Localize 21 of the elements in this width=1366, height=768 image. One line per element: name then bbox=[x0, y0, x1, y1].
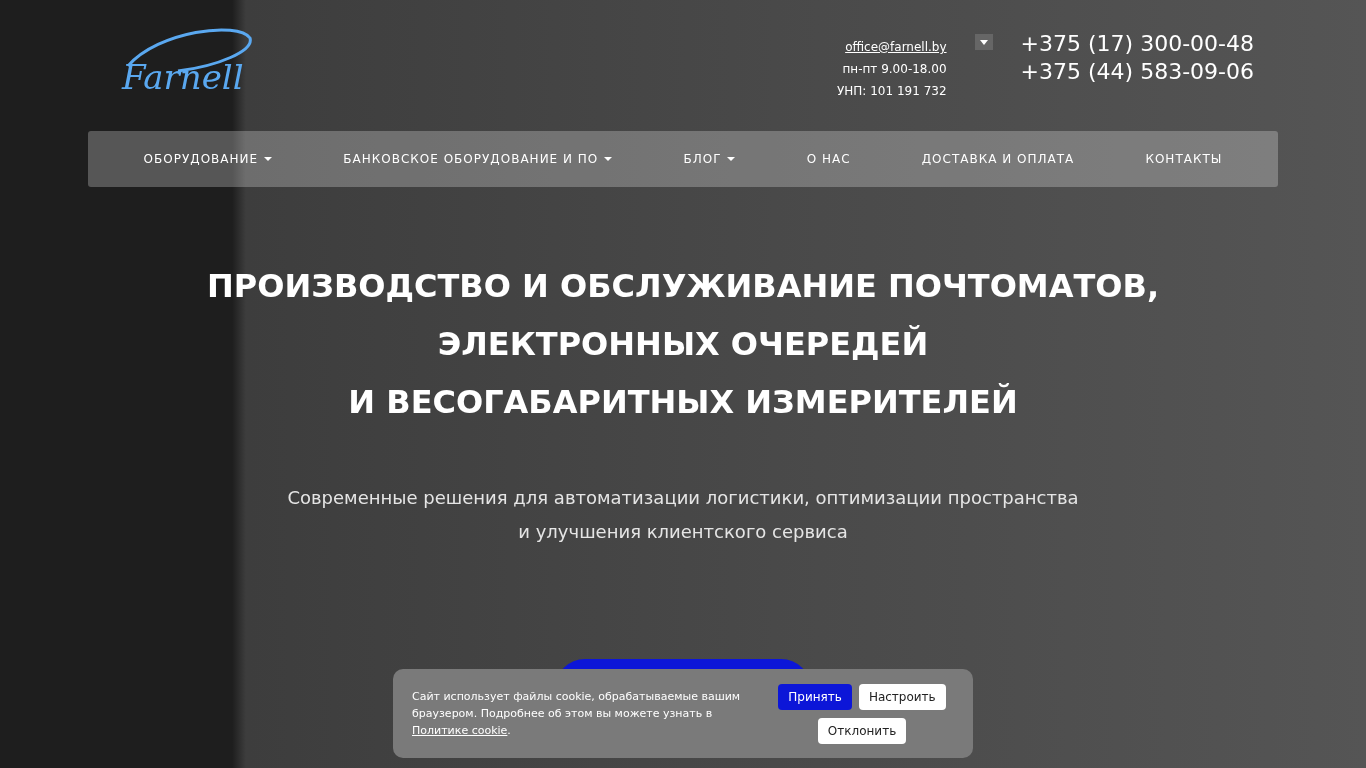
nav-link[interactable]: КОНТАКТЫ bbox=[1145, 150, 1223, 168]
cookie-option-button[interactable]: Настроить bbox=[858, 683, 946, 710]
cookie-notice-text: Сайт использует файлы cookie, обрабатываемые вашим браузером. Подробнее об этом вы можете узнать в Политике cookie. bbox=[412, 689, 742, 739]
nav-link[interactable]: БАНКОВСКОЕ ОБОРУДОВАНИЕ И ПО bbox=[343, 150, 613, 168]
hero-heading: ЭЛЕКТРОННЫХ ОЧЕРЕДЕЙ bbox=[437, 324, 929, 365]
farnell-logo[interactable]: Farnell bbox=[118, 26, 254, 104]
accept-button[interactable]: Принять bbox=[778, 683, 852, 710]
cookie-option-button[interactable]: Отклонить bbox=[817, 717, 907, 744]
unp-number: УНП: 101 191 732 bbox=[837, 83, 947, 100]
hero-heading: ПРОИЗВОДСТВО И ОБСЛУЖИВАНИЕ ПОЧТОМАТОВ, bbox=[206, 266, 1160, 307]
nav-link[interactable]: ДОСТАВКА И ОПЛАТА bbox=[921, 150, 1075, 168]
nav-link[interactable]: БЛОГ bbox=[683, 150, 736, 168]
phone-number[interactable]: +375 (44) 583-09-06 bbox=[1020, 58, 1254, 86]
hero-heading: И ВЕСОГАБАРИТНЫХ ИЗМЕРИТЕЛЕЙ bbox=[348, 382, 1018, 423]
email-link[interactable]: office@farnell.by bbox=[845, 38, 947, 56]
nav-link[interactable]: ОБОРУДОВАНИЕ bbox=[143, 150, 273, 168]
nav-link[interactable]: О НАС bbox=[806, 150, 851, 168]
hero-subtitle: и улучшения клиентского сервиса bbox=[518, 520, 848, 544]
hero-subtitle: Современные решения для автоматизации логистики, оптимизации пространства bbox=[287, 486, 1079, 510]
phone-number[interactable]: +375 (17) 300-00-48 bbox=[1020, 30, 1254, 58]
working-hours: пн-пт 9.00-18.00 bbox=[842, 61, 947, 78]
